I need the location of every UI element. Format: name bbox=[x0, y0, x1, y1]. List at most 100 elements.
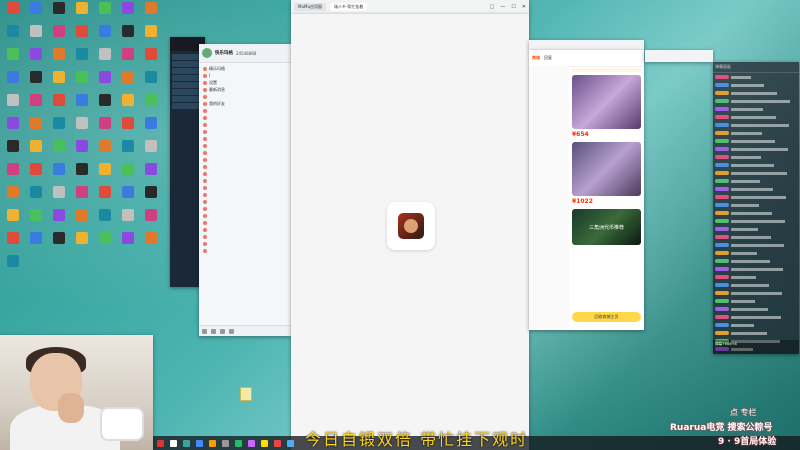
settings-icon[interactable] bbox=[229, 328, 234, 334]
desktop-icon[interactable] bbox=[48, 232, 70, 254]
desktop-icon[interactable] bbox=[140, 2, 162, 24]
desktop-icon[interactable] bbox=[94, 48, 116, 70]
desktop-icon[interactable] bbox=[71, 140, 93, 162]
desktop-icon[interactable] bbox=[2, 71, 24, 93]
qq-list-item[interactable] bbox=[203, 128, 287, 135]
desktop-icon[interactable] bbox=[71, 25, 93, 47]
qq-list-item[interactable]: Ⅰ bbox=[203, 72, 287, 79]
desktop-icon[interactable] bbox=[71, 48, 93, 70]
taskbar-app-icon[interactable] bbox=[170, 439, 177, 447]
qq-list-item[interactable] bbox=[203, 212, 287, 219]
desktop-icon[interactable] bbox=[117, 140, 139, 162]
desktop-icon[interactable] bbox=[117, 48, 139, 70]
desktop-icon[interactable] bbox=[48, 186, 70, 208]
desktop-icon[interactable] bbox=[117, 2, 139, 24]
qq-list-item[interactable] bbox=[203, 247, 287, 254]
desktop-icon[interactable] bbox=[2, 25, 24, 47]
desktop-icon[interactable] bbox=[94, 209, 116, 231]
desktop-icon[interactable] bbox=[48, 25, 70, 47]
desktop-icon[interactable] bbox=[117, 71, 139, 93]
qq-list-item[interactable] bbox=[203, 107, 287, 114]
desktop-icon[interactable] bbox=[48, 94, 70, 116]
qq-list-item[interactable] bbox=[203, 198, 287, 205]
shop-home-button[interactable]: 回收商城主页 bbox=[572, 312, 641, 322]
qq-list-item[interactable] bbox=[203, 156, 287, 163]
taskbar-app-icon[interactable] bbox=[287, 439, 294, 447]
desktop-icon[interactable] bbox=[94, 232, 116, 254]
taskbar-app-icon[interactable] bbox=[183, 439, 190, 447]
desktop-icon[interactable] bbox=[140, 186, 162, 208]
qq-list-item[interactable] bbox=[203, 121, 287, 128]
desktop-icon[interactable] bbox=[140, 140, 162, 162]
product-image[interactable] bbox=[572, 75, 641, 129]
desktop-icon[interactable] bbox=[117, 25, 139, 47]
qq-list-item[interactable]: 最新消息 bbox=[203, 86, 287, 93]
desktop-icon[interactable] bbox=[25, 71, 47, 93]
desktop-icon[interactable] bbox=[48, 163, 70, 185]
desktop-icon[interactable] bbox=[25, 2, 47, 24]
desktop-icon[interactable] bbox=[140, 94, 162, 116]
desktop-icon[interactable] bbox=[71, 232, 93, 254]
desktop-icon[interactable] bbox=[140, 71, 162, 93]
desktop-icon[interactable] bbox=[94, 163, 116, 185]
desktop-icon[interactable] bbox=[140, 25, 162, 47]
qq-avatar[interactable] bbox=[202, 48, 212, 58]
desktop-icon[interactable] bbox=[48, 209, 70, 231]
desktop-icon[interactable] bbox=[25, 94, 47, 116]
qq-list-item[interactable] bbox=[203, 149, 287, 156]
tab-mumu[interactable]: MuMu应用窗 bbox=[294, 3, 326, 11]
desktop-icon[interactable] bbox=[71, 117, 93, 139]
desktop-icon[interactable] bbox=[94, 71, 116, 93]
desktop-icon[interactable] bbox=[2, 209, 24, 231]
desktop-icon[interactable] bbox=[94, 25, 116, 47]
desktop-icon[interactable] bbox=[2, 48, 24, 70]
taskbar-app-icon[interactable] bbox=[261, 439, 268, 447]
qq-list-item[interactable] bbox=[203, 226, 287, 233]
desktop-icon[interactable] bbox=[2, 232, 24, 254]
desktop-icon[interactable] bbox=[2, 186, 24, 208]
desktop-icon[interactable] bbox=[25, 209, 47, 231]
desktop-icon[interactable] bbox=[71, 2, 93, 24]
tab-active[interactable]: 瑞人乡·帮忙挂着 bbox=[329, 3, 368, 11]
desktop-icon[interactable] bbox=[2, 163, 24, 185]
desktop-icon[interactable] bbox=[2, 140, 24, 162]
pin-icon[interactable]: □ bbox=[490, 4, 495, 10]
desktop-icon[interactable] bbox=[48, 48, 70, 70]
desktop-icon[interactable] bbox=[25, 186, 47, 208]
desktop-icon[interactable] bbox=[117, 117, 139, 139]
qq-list-item[interactable] bbox=[203, 142, 287, 149]
maximize-icon[interactable]: ☐ bbox=[511, 4, 515, 10]
desktop-icon[interactable] bbox=[94, 117, 116, 139]
qq-list-item[interactable] bbox=[203, 191, 287, 198]
desktop-icon[interactable] bbox=[71, 71, 93, 93]
desktop-icon[interactable] bbox=[94, 140, 116, 162]
product-image[interactable] bbox=[572, 142, 641, 196]
desktop-icon[interactable] bbox=[117, 232, 139, 254]
desktop-icon[interactable] bbox=[2, 2, 24, 24]
qq-list-item[interactable] bbox=[203, 233, 287, 240]
desktop-file[interactable] bbox=[236, 387, 256, 401]
qq-list-item[interactable]: 设置 bbox=[203, 79, 287, 86]
qq-list-item[interactable] bbox=[203, 93, 287, 100]
desktop-icon[interactable] bbox=[25, 163, 47, 185]
desktop-icon[interactable] bbox=[25, 25, 47, 47]
qq-list-item[interactable] bbox=[203, 205, 287, 212]
desktop-icon[interactable] bbox=[140, 163, 162, 185]
desktop-icon[interactable] bbox=[117, 94, 139, 116]
qq-list-item[interactable] bbox=[203, 163, 287, 170]
qq-list-item[interactable] bbox=[203, 184, 287, 191]
tab-reply[interactable]: 回复 bbox=[544, 55, 552, 61]
qq-list-item[interactable]: 我的好友 bbox=[203, 100, 287, 107]
desktop-icon[interactable] bbox=[2, 117, 24, 139]
qq-list-item[interactable] bbox=[203, 135, 287, 142]
desktop-icon[interactable] bbox=[117, 186, 139, 208]
product-card[interactable]: ¥654 bbox=[572, 75, 641, 138]
close-icon[interactable]: ✕ bbox=[522, 4, 526, 10]
desktop-icon[interactable] bbox=[140, 232, 162, 254]
desktop-icon[interactable] bbox=[48, 2, 70, 24]
desktop-icon[interactable] bbox=[117, 209, 139, 231]
desktop-icon[interactable] bbox=[71, 163, 93, 185]
desktop-icon[interactable] bbox=[94, 2, 116, 24]
mic-icon[interactable] bbox=[220, 328, 225, 334]
menu-icon[interactable] bbox=[202, 328, 207, 334]
